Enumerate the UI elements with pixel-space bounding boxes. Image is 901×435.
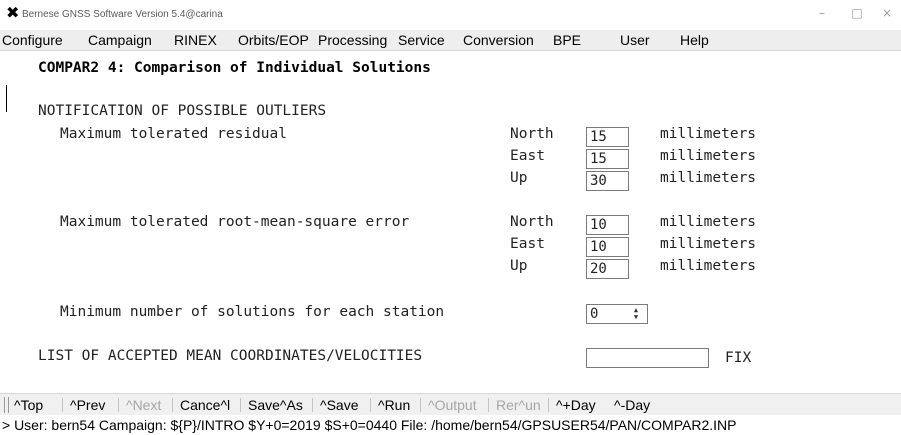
accepted-coords-input[interactable] bbox=[586, 348, 709, 368]
rms-up-label: Up bbox=[510, 258, 528, 274]
x-app-icon: ✖ bbox=[6, 3, 20, 22]
top-button[interactable]: ^Top bbox=[14, 397, 43, 413]
prev-button[interactable]: ^Prev bbox=[70, 397, 105, 413]
spin-down-icon[interactable]: ▼ bbox=[631, 314, 641, 321]
status-text: > User: bern54 Campaign: ${P}/INTRO $Y+0… bbox=[2, 417, 737, 433]
close-button[interactable]: × bbox=[877, 6, 897, 20]
cancel-button[interactable]: Cance^l bbox=[180, 397, 230, 413]
rerun-button[interactable]: Rer^un bbox=[496, 397, 541, 413]
menu-processing[interactable]: Processing bbox=[318, 32, 387, 48]
minus-day-button[interactable]: ^-Day bbox=[614, 397, 650, 413]
toolbar-separator bbox=[370, 398, 371, 412]
rms-up-input[interactable]: 20 bbox=[586, 259, 629, 279]
accepted-coords-suffix: FIX bbox=[725, 350, 752, 366]
save-button[interactable]: ^Save bbox=[320, 397, 358, 413]
section-outliers-heading: NOTIFICATION OF POSSIBLE OUTLIERS bbox=[38, 103, 327, 119]
minimize-button[interactable]: – bbox=[812, 6, 832, 20]
rms-north-unit: millimeters bbox=[660, 214, 757, 230]
toolbar-separator bbox=[62, 398, 63, 412]
plus-day-button[interactable]: ^+Day bbox=[556, 397, 596, 413]
toolbar-separator bbox=[312, 398, 313, 412]
menu-campaign[interactable]: Campaign bbox=[88, 32, 152, 48]
output-button[interactable]: ^Output bbox=[428, 397, 477, 413]
min-solutions-spinbox[interactable]: 0 ▲ ▼ bbox=[586, 304, 648, 324]
menu-help[interactable]: Help bbox=[680, 32, 709, 48]
menu-rinex[interactable]: RINEX bbox=[174, 32, 217, 48]
status-bar: > User: bern54 Campaign: ${P}/INTRO $Y+0… bbox=[0, 415, 901, 435]
menu-configure[interactable]: Configure bbox=[2, 32, 63, 48]
residual-east-unit: millimeters bbox=[660, 148, 757, 164]
panel-content: COMPAR2 4: Comparison of Individual Solu… bbox=[0, 51, 901, 393]
residual-north-input[interactable]: 15 bbox=[586, 127, 629, 147]
maximize-button[interactable]: □ bbox=[847, 6, 867, 20]
menu-conversion[interactable]: Conversion bbox=[463, 32, 534, 48]
toolbar-separator bbox=[118, 398, 119, 412]
residual-north-unit: millimeters bbox=[660, 126, 757, 142]
menu-orbits-eop[interactable]: Orbits/EOP bbox=[238, 32, 309, 48]
min-solutions-label: Minimum number of solutions for each sta… bbox=[60, 304, 445, 320]
residual-up-unit: millimeters bbox=[660, 170, 757, 186]
rms-east-input[interactable]: 10 bbox=[586, 237, 629, 257]
residual-up-label: Up bbox=[510, 170, 528, 186]
toolbar-separator bbox=[420, 398, 421, 412]
menu-bpe[interactable]: BPE bbox=[553, 32, 581, 48]
panel-title: COMPAR2 4: Comparison of Individual Solu… bbox=[38, 60, 431, 76]
toolbar-separator bbox=[240, 398, 241, 412]
save-as-button[interactable]: Save^As bbox=[248, 397, 303, 413]
rms-label: Maximum tolerated root-mean-square error bbox=[60, 214, 410, 230]
residual-east-input[interactable]: 15 bbox=[586, 149, 629, 169]
rms-east-unit: millimeters bbox=[660, 236, 757, 252]
rms-north-label: North bbox=[510, 214, 554, 230]
toolbar-grip-icon[interactable] bbox=[4, 397, 9, 413]
toolbar-separator bbox=[548, 398, 549, 412]
button-toolbar: ^Top ^Prev ^Next Cance^l Save^As ^Save ^… bbox=[0, 393, 901, 416]
rms-north-input[interactable]: 10 bbox=[586, 215, 629, 235]
residual-north-label: North bbox=[510, 126, 554, 142]
toolbar-separator bbox=[488, 398, 489, 412]
min-solutions-value: 0 bbox=[590, 306, 599, 322]
rms-east-label: East bbox=[510, 236, 545, 252]
menu-user[interactable]: User bbox=[620, 32, 650, 48]
spin-arrows-icon[interactable]: ▲ ▼ bbox=[631, 307, 641, 321]
accepted-coords-label: LIST OF ACCEPTED MEAN COORDINATES/VELOCI… bbox=[38, 348, 423, 364]
menu-service[interactable]: Service bbox=[398, 32, 445, 48]
residual-east-label: East bbox=[510, 148, 545, 164]
residual-up-input[interactable]: 30 bbox=[586, 171, 629, 191]
window-title: Bernese GNSS Software Version 5.4@carina bbox=[22, 9, 223, 20]
residual-label: Maximum tolerated residual bbox=[60, 126, 287, 142]
toolbar-separator bbox=[172, 398, 173, 412]
panel-left-rule bbox=[6, 85, 7, 112]
run-button[interactable]: ^Run bbox=[378, 397, 410, 413]
next-button[interactable]: ^Next bbox=[126, 397, 161, 413]
rms-up-unit: millimeters bbox=[660, 258, 757, 274]
window-titlebar: ✖ Bernese GNSS Software Version 5.4@cari… bbox=[0, 0, 901, 30]
menu-bar: Configure Campaign RINEX Orbits/EOP Proc… bbox=[0, 30, 901, 51]
